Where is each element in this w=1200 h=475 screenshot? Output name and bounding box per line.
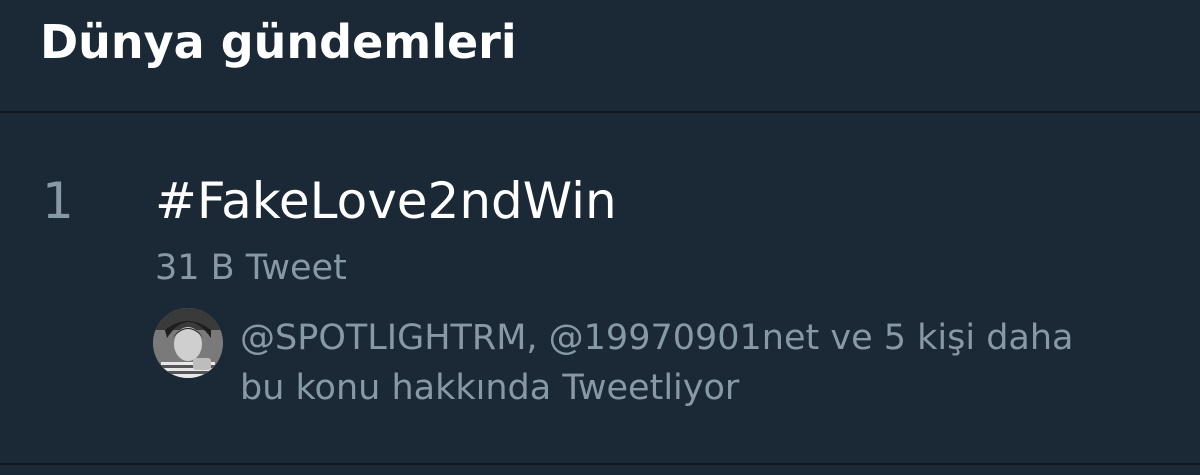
trend-context-line: @SPOTLIGHTRM, @19970901net ve 5 kişi dah…	[240, 318, 1074, 358]
trend-item[interactable]: 1 #FakeLove2ndWin 31 B Tweet @SPOTLIGHTR…	[0, 113, 1200, 463]
avatar	[153, 308, 223, 378]
trends-header: Dünya gündemleri	[0, 0, 1200, 112]
item-divider	[0, 463, 1200, 465]
page-title: Dünya gündemleri	[40, 15, 517, 69]
trend-rank: 1	[42, 172, 74, 230]
avatar-image	[153, 308, 223, 378]
trend-context: @SPOTLIGHTRM, @19970901net ve 5 kişi dah…	[240, 313, 1180, 413]
trend-tweet-count: 31 B Tweet	[155, 248, 347, 288]
trend-context-line: bu konu hakkında Tweetliyor	[240, 368, 740, 408]
trend-hashtag-link[interactable]: #FakeLove2ndWin	[155, 169, 617, 233]
